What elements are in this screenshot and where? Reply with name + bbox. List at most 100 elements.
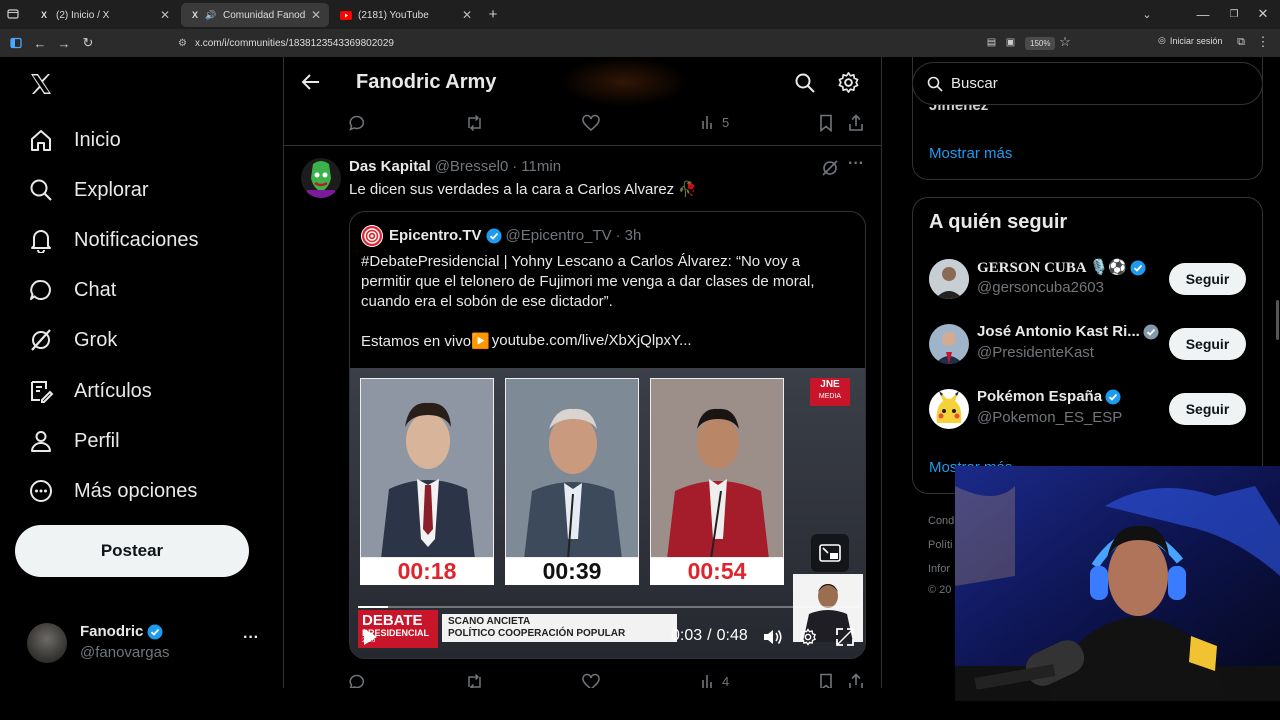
page-scrollbar[interactable]	[1276, 300, 1279, 340]
footer-link[interactable]: Políti	[928, 539, 952, 551]
close-window-icon[interactable]: ✕	[1256, 6, 1270, 22]
more-icon	[27, 478, 54, 505]
account-name: Fanodric	[80, 623, 144, 640]
volume-icon[interactable]	[763, 628, 783, 646]
zoom-level[interactable]: 150%	[1025, 37, 1056, 50]
nav-chat[interactable]: Chat	[27, 272, 116, 308]
quote-text: #DebatePresidencial | Yohny Lescano a Ca…	[361, 253, 815, 310]
speaker-icon: 🔊	[205, 9, 217, 20]
account-more-icon[interactable]: ···	[243, 629, 259, 647]
quote-handle: @Epicentro_TV	[505, 227, 612, 244]
avatar[interactable]	[301, 158, 341, 198]
follow-suggestion[interactable]: Pokémon España @Pokemon_ES_ESP Seguir	[929, 385, 1249, 433]
nav-grok[interactable]: Grok	[27, 322, 117, 358]
channel-logo: JNE MEDIA	[810, 378, 850, 406]
nav-inicio[interactable]: Inicio	[27, 122, 121, 158]
like-icon[interactable]	[582, 114, 600, 132]
follow-button[interactable]: Seguir	[1169, 263, 1246, 295]
search-icon	[927, 76, 943, 92]
nav-explorar[interactable]: Explorar	[27, 172, 148, 208]
settings-gear-icon[interactable]	[837, 71, 860, 94]
back-arrow-icon[interactable]	[300, 71, 324, 95]
like-icon[interactable]	[582, 673, 600, 688]
views-count[interactable]: 5	[700, 114, 729, 130]
picture-in-picture-icon[interactable]	[811, 534, 849, 572]
tab-inicio[interactable]: X (2) Inicio / X ✕	[30, 3, 178, 27]
forward-icon[interactable]: →	[56, 35, 72, 51]
share-icon[interactable]	[848, 114, 864, 132]
search-input[interactable]: Buscar	[912, 62, 1263, 105]
site-info-icon[interactable]: ⚙	[178, 38, 187, 49]
grok-icon[interactable]	[821, 159, 839, 177]
signin-button[interactable]: ◎ Iniciar sesión	[1158, 35, 1222, 46]
avatar[interactable]	[361, 225, 383, 247]
screenshot-icon[interactable]: ▣	[1004, 36, 1017, 49]
close-tab-icon[interactable]: ✕	[160, 8, 170, 22]
play-icon[interactable]	[362, 628, 378, 646]
footer-link[interactable]: Cond	[928, 515, 954, 527]
share-icon[interactable]	[848, 673, 864, 688]
minimize-icon[interactable]: —	[1196, 6, 1210, 22]
sidebar-toggle-icon[interactable]	[9, 36, 23, 50]
tweet-time[interactable]: 11min	[521, 158, 561, 175]
tweet-handle[interactable]: @Bressel0	[435, 158, 509, 175]
account-switcher[interactable]: Fanodric @fanovargas ···	[27, 623, 267, 665]
tab-comunidad[interactable]: X 🔊 Comunidad Fanodric Army ✕	[181, 3, 329, 27]
show-more-trends[interactable]: Mostrar más	[929, 145, 1012, 162]
tab-list-icon[interactable]: ⌄	[1140, 6, 1154, 22]
new-tab-icon[interactable]: +	[486, 6, 500, 23]
post-button[interactable]: Postear	[15, 525, 249, 577]
extensions-icon[interactable]: ⧉	[1234, 35, 1248, 49]
reader-icon[interactable]: ▤	[985, 36, 998, 49]
menu-icon[interactable]: ⋮	[1256, 34, 1270, 49]
bookmark-icon[interactable]	[818, 114, 834, 132]
grok-icon	[27, 327, 54, 354]
nav-articulos[interactable]: Artículos	[27, 373, 152, 409]
close-tab-icon[interactable]: ✕	[311, 8, 321, 22]
views-icon	[702, 675, 712, 688]
reply-icon[interactable]	[348, 114, 366, 132]
follow-button[interactable]: Seguir	[1169, 393, 1246, 425]
quoted-tweet[interactable]: Epicentro.TV @Epicentro_TV · 3h #DebateP…	[349, 211, 866, 659]
home-icon	[27, 127, 54, 154]
nav-notificaciones[interactable]: Notificaciones	[27, 222, 199, 258]
reload-icon[interactable]: ↻	[80, 35, 96, 51]
video-progress-track[interactable]	[358, 606, 859, 608]
video-progress-fill	[358, 606, 389, 608]
footer-link[interactable]: Infor	[928, 563, 950, 575]
follow-button[interactable]: Seguir	[1169, 328, 1246, 360]
x-logo-icon[interactable]	[28, 71, 54, 97]
avatar	[27, 623, 67, 663]
restore-icon[interactable]: ❐	[1227, 6, 1241, 22]
close-tab-icon[interactable]: ✕	[462, 8, 472, 22]
live-prefix: Estamos en vivo▶️	[361, 333, 490, 350]
back-icon[interactable]: ←	[32, 35, 48, 51]
tweet-more-icon[interactable]: ···	[848, 155, 864, 173]
bookmark-star-icon[interactable]: ☆	[1058, 34, 1072, 49]
bell-icon	[27, 227, 54, 254]
tab-overview-icon[interactable]	[6, 7, 20, 21]
live-link[interactable]: youtube.com/live/XbXjQlpxY...	[492, 332, 692, 350]
fullscreen-icon[interactable]	[836, 628, 854, 646]
repost-icon[interactable]	[465, 673, 484, 688]
nav-perfil[interactable]: Perfil	[27, 423, 120, 459]
video-player[interactable]: 00:18 00:39 00:54 JNE MEDIA DEBATE PRESI…	[350, 368, 865, 658]
repost-icon[interactable]	[465, 114, 484, 132]
tab-youtube[interactable]: (2181) YouTube ✕	[332, 3, 480, 27]
follow-suggestion[interactable]: José Antonio Kast Ri... @PresidenteKast …	[929, 320, 1249, 368]
articles-icon	[27, 378, 54, 405]
reply-icon[interactable]	[348, 673, 366, 688]
follow-suggestion[interactable]: GERSON CUBA 🎙️⚽ @gersoncuba2603 Seguir	[929, 255, 1249, 303]
views-count[interactable]: 4	[700, 673, 729, 688]
address-bar[interactable]: ⚙ x.com/i/communities/183812354336980202…	[178, 33, 1078, 53]
tweet-author[interactable]: Das Kapital	[349, 158, 431, 175]
verified-badge-icon	[1105, 389, 1121, 405]
nav-mas-opciones[interactable]: Más opciones	[27, 473, 197, 509]
avatar	[929, 259, 969, 299]
bookmark-icon[interactable]	[818, 673, 834, 688]
tweet-text: Le dicen sus verdades a la cara a Carlos…	[349, 181, 698, 198]
search-icon[interactable]	[794, 72, 816, 94]
candidate-frame-3	[650, 378, 784, 558]
video-settings-icon[interactable]	[799, 628, 817, 646]
suggestion-name: José Antonio Kast Ri...	[977, 323, 1140, 340]
